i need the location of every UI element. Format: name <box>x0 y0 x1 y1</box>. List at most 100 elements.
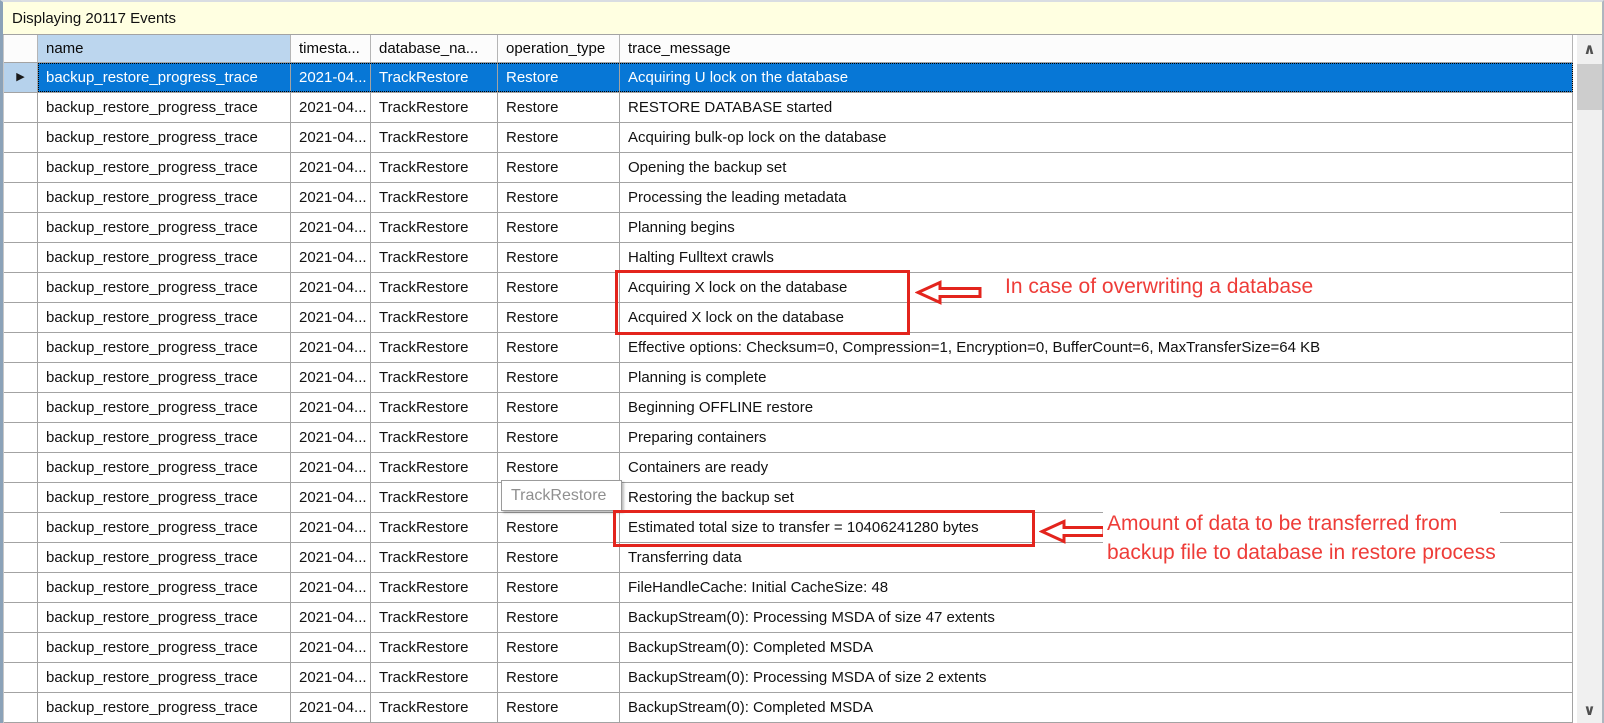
table-row[interactable]: backup_restore_progress_trace 2021-04...… <box>4 693 1573 723</box>
cell-database-name[interactable]: TrackRestore <box>371 333 498 362</box>
cell-timestamp[interactable]: 2021-04... <box>291 333 371 362</box>
cell-trace-message[interactable]: BackupStream(0): Processing MSDA of size… <box>620 663 1573 692</box>
row-selector-cell[interactable] <box>4 333 38 362</box>
cell-timestamp[interactable]: 2021-04... <box>291 573 371 602</box>
cell-database-name[interactable]: TrackRestore <box>371 393 498 422</box>
table-row[interactable]: backup_restore_progress_trace 2021-04...… <box>4 333 1573 363</box>
cell-timestamp[interactable]: 2021-04... <box>291 633 371 662</box>
row-selector-cell[interactable] <box>4 603 38 632</box>
cell-operation-type[interactable]: Restore <box>498 153 620 182</box>
cell-name[interactable]: backup_restore_progress_trace <box>38 273 291 302</box>
cell-trace-message[interactable]: Preparing containers <box>620 423 1573 452</box>
cell-timestamp[interactable]: 2021-04... <box>291 183 371 212</box>
row-selector-cell[interactable] <box>4 273 38 302</box>
cell-database-name[interactable]: TrackRestore <box>371 603 498 632</box>
cell-database-name[interactable]: TrackRestore <box>371 93 498 122</box>
cell-timestamp[interactable]: 2021-04... <box>291 483 371 512</box>
cell-operation-type[interactable]: Restore <box>498 573 620 602</box>
table-row[interactable]: backup_restore_progress_trace 2021-04...… <box>4 663 1573 693</box>
table-row[interactable]: backup_restore_progress_trace 2021-04...… <box>4 213 1573 243</box>
row-selector-cell[interactable] <box>4 93 38 122</box>
cell-operation-type[interactable]: Restore <box>498 513 620 542</box>
cell-database-name[interactable]: TrackRestore <box>371 513 498 542</box>
table-row[interactable]: backup_restore_progress_trace 2021-04...… <box>4 93 1573 123</box>
row-selector-cell[interactable] <box>4 243 38 272</box>
scroll-up-button[interactable]: ∧ <box>1577 35 1602 62</box>
cell-trace-message[interactable]: Acquiring U lock on the database <box>620 63 1573 92</box>
cell-trace-message[interactable]: Containers are ready <box>620 453 1573 482</box>
cell-timestamp[interactable]: 2021-04... <box>291 123 371 152</box>
cell-timestamp[interactable]: 2021-04... <box>291 273 371 302</box>
cell-trace-message[interactable]: BackupStream(0): Completed MSDA <box>620 693 1573 722</box>
cell-operation-type[interactable]: Restore <box>498 213 620 242</box>
table-row[interactable]: backup_restore_progress_trace 2021-04...… <box>4 393 1573 423</box>
table-row[interactable]: backup_restore_progress_trace 2021-04...… <box>4 273 1573 303</box>
table-row[interactable]: backup_restore_progress_trace 2021-04...… <box>4 453 1573 483</box>
column-header-database-name[interactable]: database_na... <box>371 35 498 62</box>
cell-operation-type[interactable]: Restore <box>498 603 620 632</box>
cell-name[interactable]: backup_restore_progress_trace <box>38 183 291 212</box>
events-grid[interactable]: name timesta... database_na... operation… <box>3 35 1573 723</box>
cell-trace-message[interactable]: Planning begins <box>620 213 1573 242</box>
cell-timestamp[interactable]: 2021-04... <box>291 663 371 692</box>
cell-name[interactable]: backup_restore_progress_trace <box>38 543 291 572</box>
cell-database-name[interactable]: TrackRestore <box>371 453 498 482</box>
cell-name[interactable]: backup_restore_progress_trace <box>38 423 291 452</box>
scroll-down-button[interactable]: ∨ <box>1577 697 1602 723</box>
row-selector-cell[interactable] <box>4 693 38 722</box>
row-selector-cell[interactable] <box>4 633 38 662</box>
cell-operation-type[interactable]: Restore <box>498 543 620 572</box>
select-all-corner-cell[interactable] <box>4 35 38 62</box>
cell-timestamp[interactable]: 2021-04... <box>291 243 371 272</box>
cell-trace-message[interactable]: RESTORE DATABASE started <box>620 93 1573 122</box>
cell-name[interactable]: backup_restore_progress_trace <box>38 483 291 512</box>
cell-name[interactable]: backup_restore_progress_trace <box>38 63 291 92</box>
column-header-timestamp[interactable]: timesta... <box>291 35 371 62</box>
cell-name[interactable]: backup_restore_progress_trace <box>38 123 291 152</box>
cell-trace-message[interactable]: Opening the backup set <box>620 153 1573 182</box>
row-selector-cell[interactable] <box>4 513 38 542</box>
row-selector-cell[interactable] <box>4 573 38 602</box>
column-header-operation-type[interactable]: operation_type <box>498 35 620 62</box>
cell-database-name[interactable]: TrackRestore <box>371 213 498 242</box>
table-row[interactable]: backup_restore_progress_trace 2021-04...… <box>4 243 1573 273</box>
cell-timestamp[interactable]: 2021-04... <box>291 423 371 452</box>
row-selector-cell[interactable] <box>4 483 38 512</box>
cell-timestamp[interactable]: 2021-04... <box>291 93 371 122</box>
cell-operation-type[interactable]: Restore <box>498 123 620 152</box>
cell-name[interactable]: backup_restore_progress_trace <box>38 333 291 362</box>
cell-operation-type[interactable]: Restore <box>498 303 620 332</box>
cell-timestamp[interactable]: 2021-04... <box>291 213 371 242</box>
row-selector-cell[interactable] <box>4 543 38 572</box>
cell-name[interactable]: backup_restore_progress_trace <box>38 453 291 482</box>
scrollbar-thumb[interactable] <box>1577 64 1602 110</box>
cell-timestamp[interactable]: 2021-04... <box>291 63 371 92</box>
cell-database-name[interactable]: TrackRestore <box>371 693 498 722</box>
row-selector-cell[interactable] <box>4 393 38 422</box>
cell-name[interactable]: backup_restore_progress_trace <box>38 213 291 242</box>
table-row[interactable]: backup_restore_progress_trace 2021-04...… <box>4 153 1573 183</box>
cell-operation-type[interactable]: Restore <box>498 273 620 302</box>
cell-operation-type[interactable]: Restore <box>498 363 620 392</box>
row-selector-cell[interactable] <box>4 663 38 692</box>
cell-trace-message[interactable]: Halting Fulltext crawls <box>620 243 1573 272</box>
row-selector-cell[interactable] <box>4 213 38 242</box>
table-row[interactable]: backup_restore_progress_trace 2021-04...… <box>4 603 1573 633</box>
table-row[interactable]: backup_restore_progress_trace 2021-04...… <box>4 423 1573 453</box>
cell-name[interactable]: backup_restore_progress_trace <box>38 303 291 332</box>
cell-name[interactable]: backup_restore_progress_trace <box>38 573 291 602</box>
cell-timestamp[interactable]: 2021-04... <box>291 693 371 722</box>
cell-database-name[interactable]: TrackRestore <box>371 423 498 452</box>
cell-database-name[interactable]: TrackRestore <box>371 573 498 602</box>
row-selector-cell[interactable] <box>4 363 38 392</box>
cell-trace-message[interactable]: Acquired X lock on the database <box>620 303 1573 332</box>
row-selector-cell[interactable]: ▶ <box>4 63 38 92</box>
row-selector-cell[interactable] <box>4 423 38 452</box>
cell-name[interactable]: backup_restore_progress_trace <box>38 663 291 692</box>
cell-trace-message[interactable]: Planning is complete <box>620 363 1573 392</box>
row-selector-cell[interactable] <box>4 453 38 482</box>
cell-operation-type[interactable]: Restore <box>498 423 620 452</box>
cell-name[interactable]: backup_restore_progress_trace <box>38 693 291 722</box>
cell-name[interactable]: backup_restore_progress_trace <box>38 243 291 272</box>
cell-name[interactable]: backup_restore_progress_trace <box>38 363 291 392</box>
